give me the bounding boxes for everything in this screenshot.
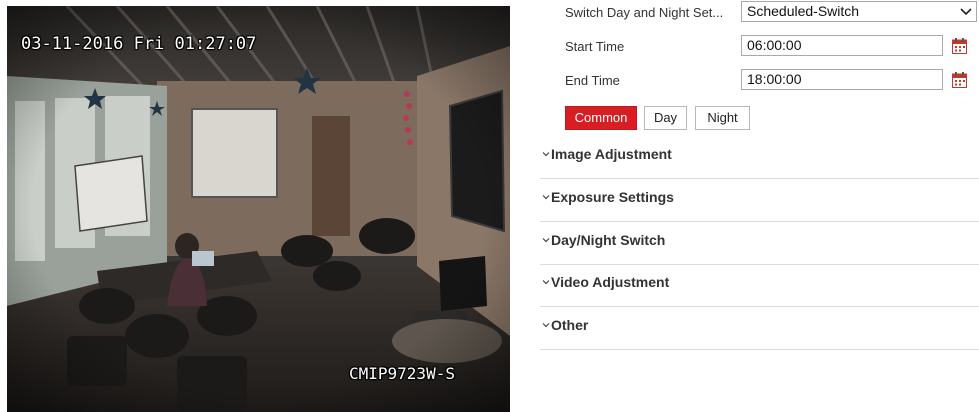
chevron-down-icon — [542, 238, 550, 243]
day-mode-button[interactable]: Day — [644, 106, 687, 130]
section-video-adjustment[interactable]: Video Adjustment — [540, 264, 979, 307]
calendar-icon[interactable] — [952, 38, 967, 54]
start-time-input[interactable]: 06:00:00 — [741, 35, 943, 56]
chevron-down-icon — [542, 280, 550, 285]
end-time-label: End Time — [565, 73, 620, 88]
section-other[interactable]: Other — [540, 307, 979, 350]
osd-timestamp: 03-11-2016 Fri 01:27:07 — [21, 34, 257, 54]
night-mode-button[interactable]: Night — [695, 106, 750, 130]
start-time-row: Start Time 06:00:00 — [540, 35, 979, 57]
chevron-down-icon — [542, 152, 550, 157]
camera-settings-page: 03-11-2016 Fri 01:27:07 CMIP9723W-S Swit… — [0, 0, 979, 412]
section-title: Day/Night Switch — [551, 232, 666, 248]
section-image-adjustment[interactable]: Image Adjustment — [540, 136, 979, 179]
chevron-down-icon — [960, 8, 972, 16]
section-exposure-settings[interactable]: Exposure Settings — [540, 179, 979, 222]
section-title: Exposure Settings — [551, 189, 674, 205]
camera-scene-image — [7, 6, 510, 412]
switch-mode-row: Switch Day and Night Set... Scheduled-Sw… — [540, 1, 979, 23]
start-time-label: Start Time — [565, 39, 625, 54]
section-day-night-switch[interactable]: Day/Night Switch — [540, 222, 979, 265]
switch-mode-label: Switch Day and Night Set... — [565, 5, 724, 20]
section-title: Video Adjustment — [551, 274, 670, 290]
end-time-row: End Time 18:00:00 — [540, 69, 979, 91]
switch-mode-value: Scheduled-Switch — [747, 3, 860, 19]
live-video-preview[interactable]: 03-11-2016 Fri 01:27:07 CMIP9723W-S — [7, 6, 510, 412]
chevron-down-icon — [542, 195, 550, 200]
end-time-input[interactable]: 18:00:00 — [741, 69, 943, 90]
calendar-icon[interactable] — [952, 72, 967, 88]
common-mode-button[interactable]: Common — [565, 106, 637, 130]
section-title: Other — [551, 317, 589, 333]
switch-mode-select[interactable]: Scheduled-Switch — [741, 1, 977, 22]
osd-camera-name: CMIP9723W-S — [349, 364, 455, 383]
section-title: Image Adjustment — [551, 146, 672, 162]
image-settings-panel: Switch Day and Night Set... Scheduled-Sw… — [540, 0, 979, 412]
chevron-down-icon — [542, 323, 550, 328]
